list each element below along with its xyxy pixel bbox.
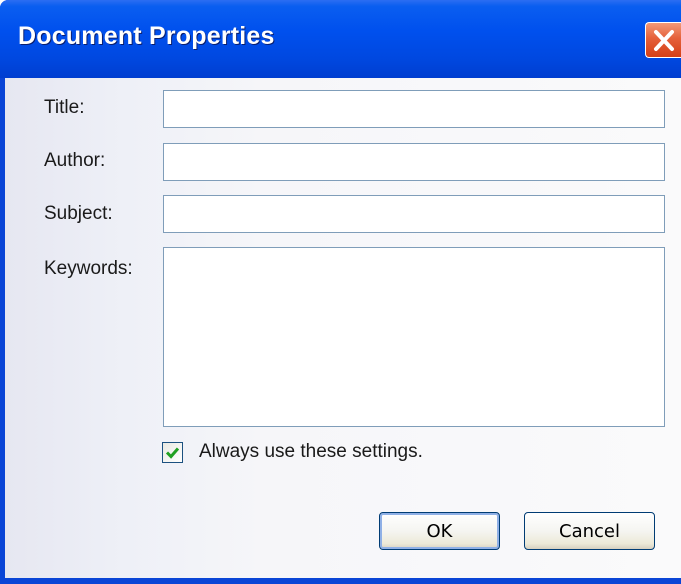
author-label: Author: [44,150,106,171]
cancel-button-label: Cancel [559,520,620,542]
window-title: Document Properties [18,22,275,50]
checkmark-icon [165,447,180,459]
window-bottom-border [0,578,681,584]
ok-button[interactable]: OK [379,512,500,550]
subject-field[interactable] [163,195,665,233]
ok-button-label: OK [426,520,453,542]
always-use-settings-checkbox[interactable] [162,442,183,463]
author-field[interactable] [163,143,665,181]
always-use-settings-label[interactable]: Always use these settings. [199,441,423,463]
title-label: Title: [44,97,85,118]
title-bar[interactable]: Document Properties [0,0,681,78]
cancel-button[interactable]: Cancel [524,512,655,550]
close-button[interactable] [645,22,681,58]
keywords-field[interactable] [163,247,665,427]
document-properties-dialog: Document Properties Title: Author: Subje… [0,0,681,584]
close-icon [654,30,674,51]
subject-label: Subject: [44,203,113,224]
keywords-label: Keywords: [44,258,133,279]
title-field[interactable] [163,90,665,128]
